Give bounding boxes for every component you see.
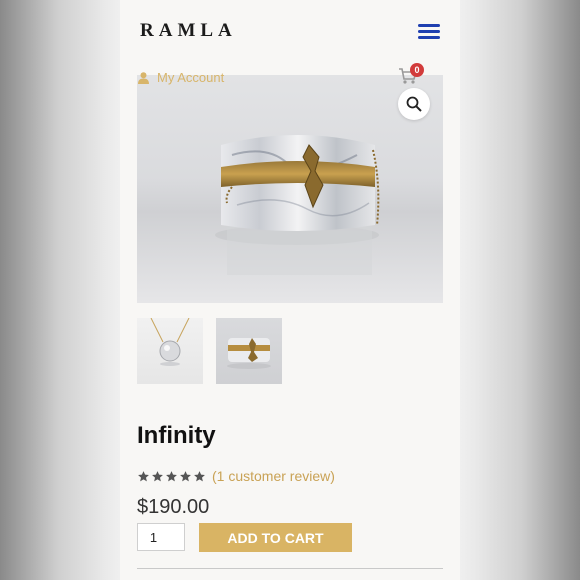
quantity-input[interactable] bbox=[137, 523, 185, 551]
magnifier-icon bbox=[406, 96, 422, 112]
add-to-cart-button[interactable]: ADD TO CART bbox=[199, 523, 352, 552]
thumbnail-1-photo bbox=[150, 318, 190, 366]
user-icon bbox=[138, 71, 149, 84]
star-icon bbox=[152, 470, 163, 481]
my-account-link[interactable]: My Account bbox=[138, 70, 224, 85]
cart-count-badge: 0 bbox=[410, 63, 424, 77]
main-product-image[interactable] bbox=[137, 75, 443, 303]
star-rating bbox=[137, 470, 206, 483]
thumbnail-2-photo bbox=[227, 338, 271, 369]
product-title: Infinity bbox=[137, 422, 216, 449]
product-rating: (1 customer review) bbox=[137, 468, 335, 484]
my-account-label: My Account bbox=[157, 70, 225, 85]
star-icon bbox=[194, 470, 205, 481]
thumbnail-2[interactable] bbox=[216, 318, 282, 384]
zoom-button[interactable] bbox=[398, 88, 430, 120]
product-price: $190.00 bbox=[137, 496, 210, 518]
customer-review-link[interactable]: (1 customer review) bbox=[212, 468, 335, 484]
cart-button[interactable]: 0 bbox=[398, 63, 424, 89]
product-photo bbox=[215, 135, 380, 275]
product-page: RAMLA My Account 0 Infinity (1 customer … bbox=[120, 0, 460, 580]
star-icon bbox=[166, 470, 177, 481]
divider bbox=[137, 568, 443, 569]
star-icon bbox=[180, 470, 191, 481]
site-logo[interactable]: RAMLA bbox=[140, 20, 237, 42]
star-icon bbox=[138, 470, 149, 481]
hamburger-menu-icon[interactable] bbox=[418, 24, 440, 40]
thumbnail-1[interactable] bbox=[137, 318, 203, 384]
